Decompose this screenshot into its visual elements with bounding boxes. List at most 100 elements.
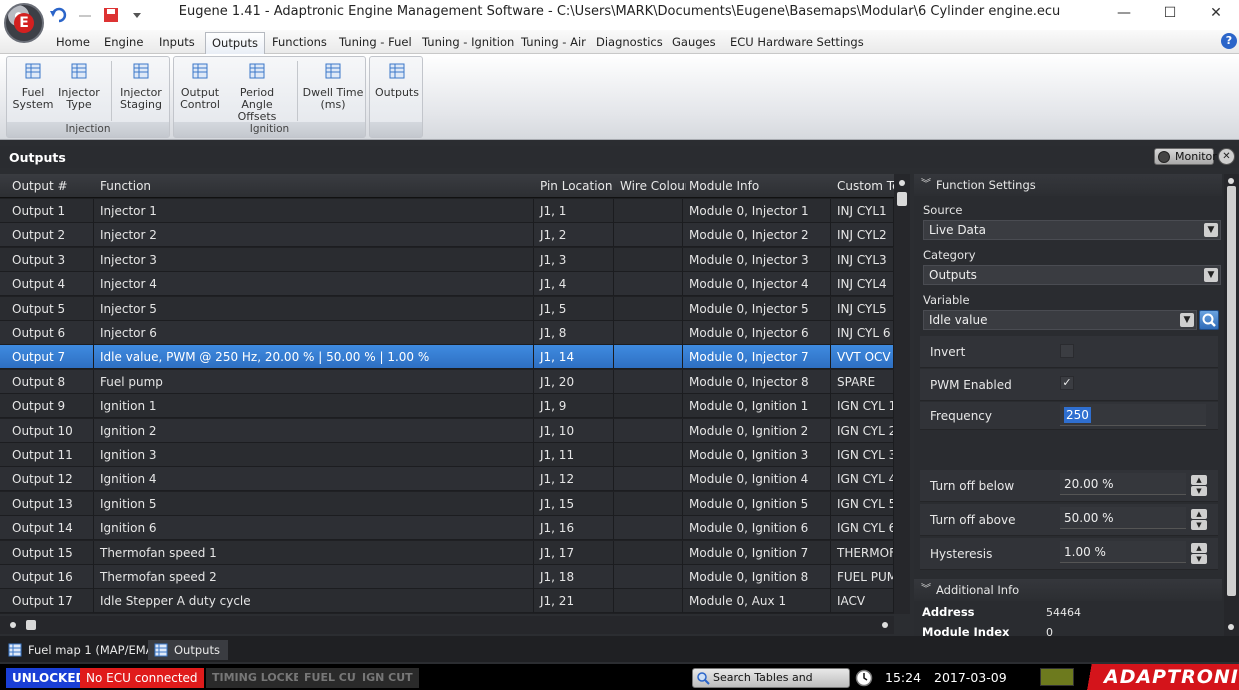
cell-output[interactable]: Output 2 (6, 223, 94, 248)
additional-info-header[interactable]: ︾ Additional Info (914, 579, 1222, 601)
table-row[interactable]: Output 2 Injector 2 J1, 2 Module 0, Injecto… (0, 223, 894, 248)
cell-module-info[interactable]: Module 0, Ignition 7 (683, 540, 831, 565)
table-scroll-thumb[interactable] (897, 192, 907, 206)
cell-module-info[interactable]: Module 0, Ignition 2 (683, 418, 831, 443)
close-panel-icon[interactable]: ✕ (1218, 148, 1235, 165)
cell-wire-colour[interactable] (614, 247, 683, 272)
cell-output[interactable]: Output 5 (6, 296, 94, 321)
cell-custom-text[interactable]: THERMOFA (831, 540, 894, 565)
cell-wire-colour[interactable] (614, 394, 683, 419)
hysteresis-stepper[interactable]: ▲ ▼ (1190, 543, 1208, 565)
cell-output[interactable]: Output 6 (6, 321, 94, 345)
column-header-module-info[interactable]: Module Info (689, 179, 829, 193)
cell-module-info[interactable]: Module 0, Ignition 1 (683, 394, 831, 419)
cell-custom-text[interactable]: IGN CYL 4 (831, 467, 894, 492)
close-button[interactable]: ✕ (1193, 0, 1239, 26)
table-row[interactable]: Output 6 Injector 6 J1, 8 Module 0, Injecto… (0, 321, 894, 345)
turn-off-below-input[interactable]: 20.00 % (1060, 473, 1186, 495)
cell-module-info[interactable]: Module 0, Injector 6 (683, 321, 831, 345)
cell-function[interactable]: Idle Stepper A duty cycle (94, 589, 534, 614)
doc-tab-outputs[interactable]: Outputs (148, 640, 228, 660)
table-row[interactable]: Output 8 Fuel pump J1, 20 Module 0, Injecto… (0, 369, 894, 394)
panel-scroll-thumb[interactable] (1227, 186, 1236, 596)
cell-wire-colour[interactable] (614, 321, 683, 345)
cell-output[interactable]: Output 9 (6, 394, 94, 419)
cell-pin-location[interactable]: J1, 15 (534, 491, 614, 516)
cell-function[interactable]: Thermofan speed 1 (94, 540, 534, 565)
cell-custom-text[interactable]: INJ CYL1 (831, 199, 894, 223)
cell-output[interactable]: Output 17 (6, 589, 94, 614)
table-vertical-scrollbar[interactable] (894, 174, 910, 614)
tab-functions[interactable]: Functions (266, 32, 333, 54)
tab-tuning-air[interactable]: Tuning - Air (515, 32, 592, 54)
tab-outputs[interactable]: Outputs (205, 32, 265, 54)
cell-function[interactable]: Idle value, PWM @ 250 Hz, 20.00 % | 50.0… (94, 345, 534, 370)
cell-output[interactable]: Output 14 (6, 516, 94, 541)
tab-diagnostics[interactable]: Diagnostics (590, 32, 669, 54)
cell-output[interactable]: Output 16 (6, 565, 94, 589)
cell-output[interactable]: Output 13 (6, 491, 94, 516)
invert-checkbox[interactable] (1060, 344, 1074, 358)
cell-wire-colour[interactable] (614, 516, 683, 541)
cell-custom-text[interactable]: IGN CYL 3 (831, 443, 894, 467)
application-menu-button[interactable]: E (4, 3, 44, 43)
table-row[interactable]: Output 9 Ignition 1 J1, 9 Module 0, Ignitio… (0, 394, 894, 419)
table-row[interactable]: Output 11 Ignition 3 J1, 11 Module 0, Ignit… (0, 443, 894, 467)
cell-module-info[interactable]: Module 0, Ignition 6 (683, 516, 831, 541)
turn-off-above-input[interactable]: 50.00 % (1060, 507, 1186, 529)
table-row[interactable]: Output 5 Injector 5 J1, 5 Module 0, Injecto… (0, 296, 894, 321)
cell-custom-text[interactable]: INJ CYL3 (831, 247, 894, 272)
cell-pin-location[interactable]: J1, 3 (534, 247, 614, 272)
table-row[interactable]: Output 13 Ignition 5 J1, 15 Module 0, Ignit… (0, 491, 894, 516)
cell-wire-colour[interactable] (614, 199, 683, 223)
cell-output[interactable]: Output 8 (6, 369, 94, 394)
tab-inputs[interactable]: Inputs (153, 32, 201, 54)
tab-engine[interactable]: Engine (98, 32, 149, 54)
table-row[interactable]: Output 15 Thermofan speed 1 J1, 17 Module 0… (0, 540, 894, 565)
cell-module-info[interactable]: Module 0, Injector 2 (683, 223, 831, 248)
table-horizontal-scrollbar[interactable] (0, 616, 894, 634)
tab-ecu-hardware-settings[interactable]: ECU Hardware Settings (724, 32, 870, 54)
fuel-system-button[interactable]: Fuel System (11, 63, 55, 111)
scroll-left-icon[interactable] (10, 622, 16, 628)
cell-output[interactable]: Output 3 (6, 247, 94, 272)
cell-custom-text[interactable]: IGN CYL 6 (831, 516, 894, 541)
table-row[interactable]: Output 1 Injector 1 J1, 1 Module 0, Injecto… (0, 199, 894, 223)
cell-pin-location[interactable]: J1, 8 (534, 321, 614, 345)
table-row[interactable]: Output 10 Ignition 2 J1, 10 Module 0, Ignit… (0, 418, 894, 443)
redo-icon[interactable] (76, 6, 94, 24)
cell-custom-text[interactable]: INJ CYL 6 (831, 321, 894, 345)
cell-custom-text[interactable]: VVT OCV (831, 345, 894, 370)
cell-pin-location[interactable]: J1, 1 (534, 199, 614, 223)
scroll-down-icon[interactable] (1228, 624, 1234, 630)
cell-pin-location[interactable]: J1, 11 (534, 443, 614, 467)
cell-function[interactable]: Ignition 5 (94, 491, 534, 516)
cell-pin-location[interactable]: J1, 9 (534, 394, 614, 419)
cell-custom-text[interactable]: IGN CYL 2 (831, 418, 894, 443)
cell-function[interactable]: Ignition 4 (94, 467, 534, 492)
cell-pin-location[interactable]: J1, 5 (534, 296, 614, 321)
cell-pin-location[interactable]: J1, 12 (534, 467, 614, 492)
dwell-time-button[interactable]: Dwell Time (ms) (302, 63, 364, 111)
cell-wire-colour[interactable] (614, 369, 683, 394)
cell-function[interactable]: Ignition 6 (94, 516, 534, 541)
table-row[interactable]: Output 12 Ignition 4 J1, 12 Module 0, Ignit… (0, 467, 894, 492)
cell-module-info[interactable]: Module 0, Ignition 8 (683, 565, 831, 589)
table-row[interactable]: Output 3 Injector 3 J1, 3 Module 0, Injecto… (0, 247, 894, 272)
hysteresis-input[interactable]: 1.00 % (1060, 541, 1186, 563)
cell-pin-location[interactable]: J1, 16 (534, 516, 614, 541)
cell-function[interactable]: Fuel pump (94, 369, 534, 394)
cell-custom-text[interactable]: INJ CYL2 (831, 223, 894, 248)
tab-gauges[interactable]: Gauges (666, 32, 722, 54)
cell-output[interactable]: Output 15 (6, 540, 94, 565)
cell-custom-text[interactable]: INJ CYL5 (831, 296, 894, 321)
cell-custom-text[interactable]: SPARE (831, 369, 894, 394)
variable-dropdown[interactable]: Idle value ▼ (923, 310, 1197, 330)
cell-function[interactable]: Ignition 1 (94, 394, 534, 419)
cell-pin-location[interactable]: J1, 17 (534, 540, 614, 565)
cell-wire-colour[interactable] (614, 223, 683, 248)
scroll-up-icon[interactable] (899, 180, 905, 186)
undo-icon[interactable] (50, 6, 68, 24)
cell-wire-colour[interactable] (614, 345, 683, 370)
cell-module-info[interactable]: Module 0, Ignition 5 (683, 491, 831, 516)
